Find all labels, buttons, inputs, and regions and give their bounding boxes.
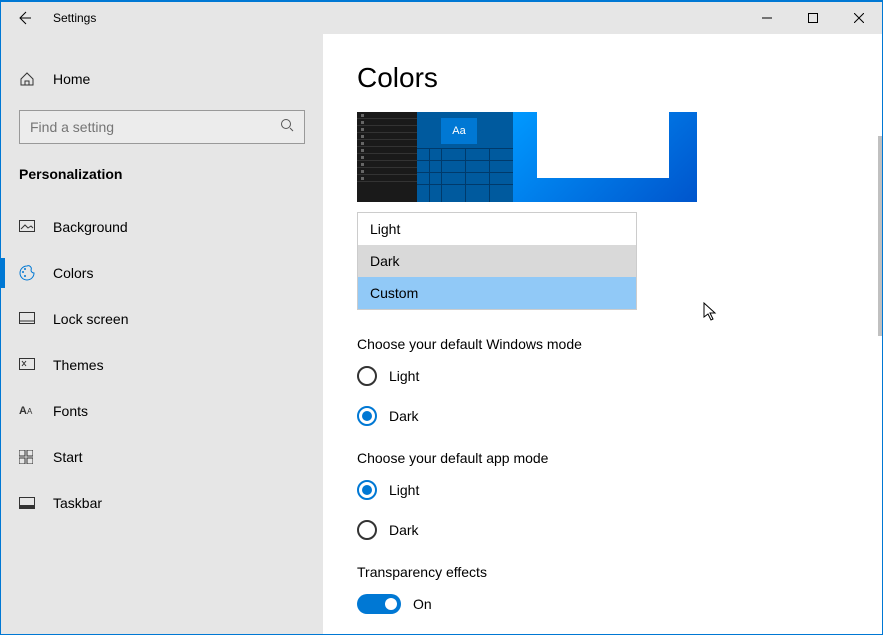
dropdown-option-light[interactable]: Light [358, 213, 636, 245]
sidebar-item-label: Start [53, 449, 83, 465]
colors-icon [19, 265, 41, 281]
sidebar-item-start[interactable]: Start [1, 434, 323, 480]
fonts-icon: AA [19, 405, 41, 417]
taskbar-icon [19, 497, 41, 509]
color-preview: Aa [357, 112, 697, 202]
sidebar-item-label: Background [53, 219, 128, 235]
transparency-label: Transparency effects [357, 564, 848, 580]
app-mode-label: Choose your default app mode [357, 450, 848, 466]
search-box[interactable] [19, 110, 305, 144]
sidebar-item-label: Themes [53, 357, 104, 373]
minimize-icon [762, 13, 772, 23]
background-icon [19, 220, 41, 234]
dropdown-option-dark[interactable]: Dark [358, 245, 636, 277]
home-icon [19, 71, 41, 87]
home-label: Home [53, 71, 90, 87]
radio-label: Light [389, 368, 419, 384]
app-mode-dark-radio[interactable]: Dark [357, 520, 848, 540]
radio-label: Light [389, 482, 419, 498]
sidebar-item-themes[interactable]: Themes [1, 342, 323, 388]
radio-icon [357, 520, 377, 540]
titlebar: Settings [1, 2, 882, 34]
themes-icon [19, 358, 41, 372]
close-button[interactable] [836, 2, 882, 34]
radio-icon [357, 406, 377, 426]
sidebar-item-label: Lock screen [53, 311, 128, 327]
minimize-button[interactable] [744, 2, 790, 34]
app-mode-group: Choose your default app mode Light Dark [357, 450, 848, 540]
mouse-cursor [703, 302, 719, 322]
transparency-group: Transparency effects On [357, 564, 848, 614]
sidebar-item-lock-screen[interactable]: Lock screen [1, 296, 323, 342]
sidebar-item-taskbar[interactable]: Taskbar [1, 480, 323, 526]
search-icon [280, 118, 294, 137]
content-area: Colors Aa [323, 34, 882, 634]
sidebar-item-label: Fonts [53, 403, 88, 419]
start-icon [19, 450, 41, 464]
radio-label: Dark [389, 522, 419, 538]
transparency-toggle[interactable] [357, 594, 401, 614]
body: Home Personalization Background Colors L… [1, 34, 882, 634]
radio-icon [357, 366, 377, 386]
dropdown-option-custom[interactable]: Custom [358, 277, 636, 309]
windows-mode-label: Choose your default Windows mode [357, 336, 848, 352]
sidebar-item-fonts[interactable]: AA Fonts [1, 388, 323, 434]
color-mode-dropdown[interactable]: Light Dark Custom [357, 212, 637, 310]
radio-label: Dark [389, 408, 419, 424]
sidebar-item-colors[interactable]: Colors [1, 250, 323, 296]
lock-screen-icon [19, 312, 41, 326]
windows-mode-group: Choose your default Windows mode Light D… [357, 336, 848, 426]
maximize-icon [808, 13, 818, 23]
home-nav[interactable]: Home [1, 60, 323, 98]
sidebar-item-label: Colors [53, 265, 93, 281]
close-icon [854, 13, 864, 23]
back-button[interactable] [1, 2, 47, 34]
windows-mode-light-radio[interactable]: Light [357, 366, 848, 386]
settings-window: Settings Home [0, 0, 883, 635]
window-controls [744, 2, 882, 34]
preview-sample-text: Aa [441, 118, 477, 144]
windows-mode-dark-radio[interactable]: Dark [357, 406, 848, 426]
page-title: Colors [357, 62, 848, 94]
sidebar-item-label: Taskbar [53, 495, 102, 511]
radio-icon [357, 480, 377, 500]
search-input[interactable] [30, 119, 280, 135]
app-mode-light-radio[interactable]: Light [357, 480, 848, 500]
sidebar: Home Personalization Background Colors L… [1, 34, 323, 634]
toggle-state-label: On [413, 596, 432, 612]
maximize-button[interactable] [790, 2, 836, 34]
window-title: Settings [53, 11, 96, 25]
arrow-left-icon [16, 10, 32, 26]
sidebar-item-background[interactable]: Background [1, 204, 323, 250]
scrollbar[interactable] [878, 136, 882, 336]
section-header: Personalization [1, 162, 323, 204]
